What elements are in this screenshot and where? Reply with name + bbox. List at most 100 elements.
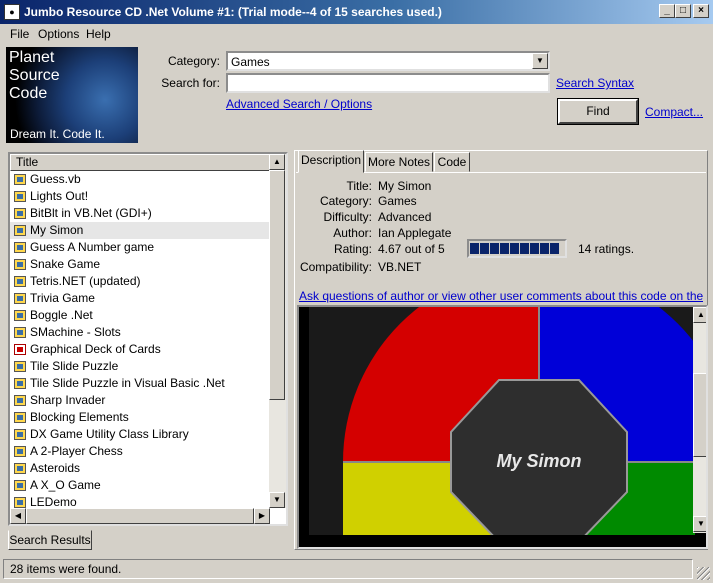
scroll-thumb[interactable]	[269, 170, 285, 400]
list-item[interactable]: SMachine - Slots	[10, 324, 270, 341]
list-item-label: My Simon	[30, 223, 84, 237]
searchfor-label: Search for:	[161, 76, 220, 90]
status-bar: 28 items were found.	[3, 559, 693, 579]
list-item[interactable]: Tetris.NET (updated)	[10, 273, 270, 290]
code-file-icon	[14, 378, 26, 389]
list-item[interactable]: Guess.vb	[10, 171, 270, 188]
search-input[interactable]	[226, 73, 550, 93]
rating-label: Rating:	[333, 242, 372, 256]
logo-line-3: Code	[9, 85, 48, 102]
results-vscrollbar[interactable]: ▲ ▼	[269, 154, 286, 508]
logo-line-2: Source	[9, 67, 60, 84]
list-item-label: Sharp Invader	[30, 393, 106, 407]
menu-options[interactable]: Options	[38, 27, 79, 41]
search-syntax-link[interactable]: Search Syntax	[556, 76, 634, 90]
app-window: ● Jumbo Resource CD .Net Volume #1: (Tri…	[0, 0, 713, 583]
title-value: My Simon	[378, 179, 432, 193]
list-item-label: Boggle .Net	[30, 308, 93, 322]
image-vscrollbar[interactable]: ▲ ▼	[693, 307, 706, 533]
list-item[interactable]: Boggle .Net	[10, 307, 270, 324]
rating-value: 4.67 out of 5	[378, 242, 445, 256]
code-file-icon	[14, 446, 26, 457]
rating-segment	[530, 243, 539, 254]
list-item[interactable]: Tile Slide Puzzle	[10, 358, 270, 375]
tab-search-results[interactable]: Search Results	[8, 530, 92, 550]
image-scroll-up-icon[interactable]: ▲	[693, 307, 706, 323]
list-item-label: DX Game Utility Class Library	[30, 427, 189, 441]
logo-line-1: Planet	[9, 49, 55, 66]
hscroll-thumb[interactable]	[26, 508, 254, 524]
list-item[interactable]: DX Game Utility Class Library	[10, 426, 270, 443]
list-item[interactable]: My Simon	[10, 222, 270, 239]
image-scroll-down-icon[interactable]: ▼	[693, 516, 706, 532]
list-item[interactable]: A 2-Player Chess	[10, 443, 270, 460]
advanced-search-link[interactable]: Advanced Search / Options	[226, 97, 372, 111]
menu-help[interactable]: Help	[86, 27, 111, 41]
list-item-label: Tile Slide Puzzle in Visual Basic .Net	[30, 376, 225, 390]
code-file-icon	[14, 310, 26, 321]
find-button[interactable]: Find	[557, 98, 639, 125]
tab-code[interactable]: Code	[434, 152, 470, 172]
category-select-value: Games	[231, 55, 270, 69]
title-label: Title:	[346, 179, 372, 193]
list-item[interactable]: A X_O Game	[10, 477, 270, 494]
list-item-label: Snake Game	[30, 257, 101, 271]
list-item-label: Asteroids	[30, 461, 81, 475]
code-file-icon	[14, 208, 26, 219]
list-item[interactable]: Tile Slide Puzzle in Visual Basic .Net	[10, 375, 270, 392]
rating-segment	[480, 243, 489, 254]
menu-file[interactable]: File	[10, 27, 29, 41]
list-item-label: A 2-Player Chess	[30, 444, 123, 458]
compact-link[interactable]: Compact...	[645, 105, 703, 119]
list-item[interactable]: Guess A Number game	[10, 239, 270, 256]
code-file-icon	[14, 293, 26, 304]
window-title: Jumbo Resource CD .Net Volume #1: (Trial…	[24, 5, 442, 19]
scroll-right-icon[interactable]: ▶	[254, 508, 270, 524]
rating-segment	[550, 243, 559, 254]
close-button[interactable]: ×	[693, 4, 709, 18]
list-item[interactable]: Lights Out!	[10, 188, 270, 205]
author-value: Ian Applegate	[378, 226, 452, 240]
scroll-left-icon[interactable]: ◀	[10, 508, 26, 524]
results-hscrollbar[interactable]: ◀ ▶	[10, 508, 270, 524]
title-bar[interactable]: ● Jumbo Resource CD .Net Volume #1: (Tri…	[0, 0, 713, 24]
list-item-label: Tetris.NET (updated)	[30, 274, 141, 288]
code-file-icon	[14, 259, 26, 270]
results-list[interactable]: Title Guess.vb Lights Out! BitBlt in VB.Ne…	[8, 152, 288, 526]
title-column-header[interactable]: Title	[10, 154, 270, 171]
code-file-icon	[14, 361, 26, 372]
resize-grip-icon[interactable]	[697, 567, 710, 580]
list-item-label: Tile Slide Puzzle	[30, 359, 119, 373]
ratings-count: 14 ratings.	[578, 242, 635, 256]
rating-progress-bar	[467, 239, 567, 258]
chevron-down-icon[interactable]: ▼	[532, 53, 548, 69]
list-item[interactable]: Asteroids	[10, 460, 270, 477]
category-label: Category:	[167, 54, 220, 68]
compatibility-value: VB.NET	[378, 260, 422, 274]
scroll-down-icon[interactable]: ▼	[269, 492, 285, 508]
list-item-label: Blocking Elements	[30, 410, 129, 424]
list-item[interactable]: Trivia Game	[10, 290, 270, 307]
category-field-value: Games	[378, 194, 417, 208]
logo-tagline: Dream It. Code It.	[10, 127, 105, 141]
tab-description[interactable]: Description	[298, 150, 364, 173]
list-item[interactable]: Blocking Elements	[10, 409, 270, 426]
tab-more-notes[interactable]: More Notes	[365, 152, 433, 172]
code-file-icon	[14, 412, 26, 423]
maximize-button[interactable]: □	[675, 4, 691, 18]
rating-segment	[510, 243, 519, 254]
code-file-icon	[14, 480, 26, 491]
status-text: 28 items were found.	[10, 562, 122, 576]
list-item[interactable]: Snake Game	[10, 256, 270, 273]
rating-segment	[500, 243, 509, 254]
image-scroll-thumb[interactable]	[693, 373, 706, 457]
scroll-up-icon[interactable]: ▲	[269, 154, 285, 170]
list-item[interactable]: BitBlt in VB.Net (GDI+)	[10, 205, 270, 222]
list-item[interactable]: Graphical Deck of Cards	[10, 341, 270, 358]
list-item[interactable]: Sharp Invader	[10, 392, 270, 409]
minimize-button[interactable]: _	[659, 4, 675, 18]
category-select[interactable]: Games ▼	[226, 51, 550, 71]
ask-questions-link[interactable]: Ask questions of author or view other us…	[299, 289, 703, 303]
code-file-icon	[14, 429, 26, 440]
rating-segment	[490, 243, 499, 254]
